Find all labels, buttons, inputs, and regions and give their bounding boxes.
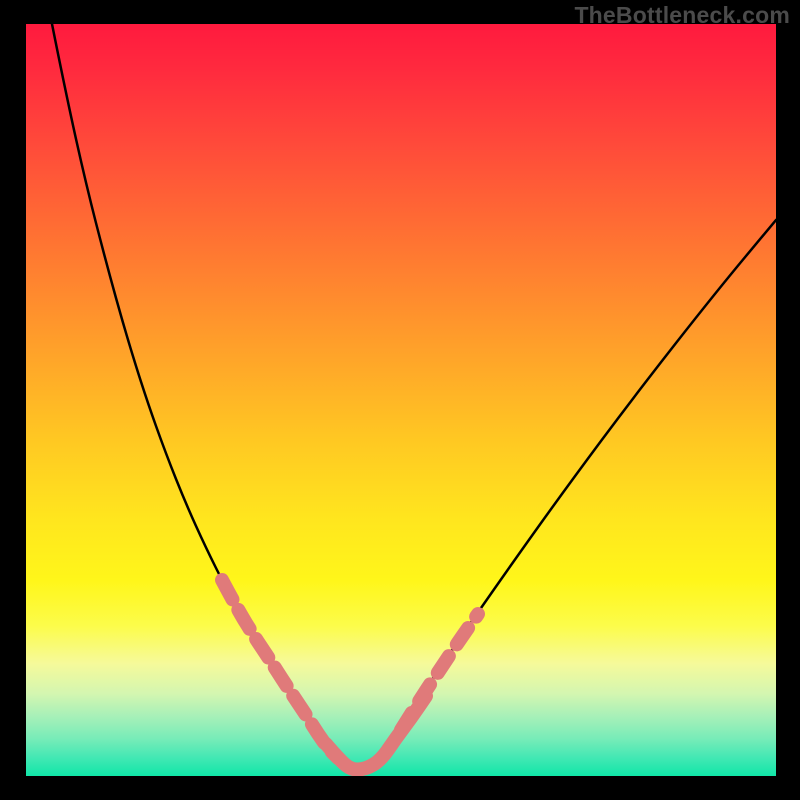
curve-layer	[26, 24, 776, 776]
main-curve	[52, 24, 776, 770]
plot-area	[26, 24, 776, 776]
watermark-text: TheBottleneck.com	[574, 2, 790, 29]
overlay-right	[401, 614, 478, 730]
chart-frame: TheBottleneck.com	[0, 0, 800, 800]
overlay-left	[222, 580, 338, 758]
